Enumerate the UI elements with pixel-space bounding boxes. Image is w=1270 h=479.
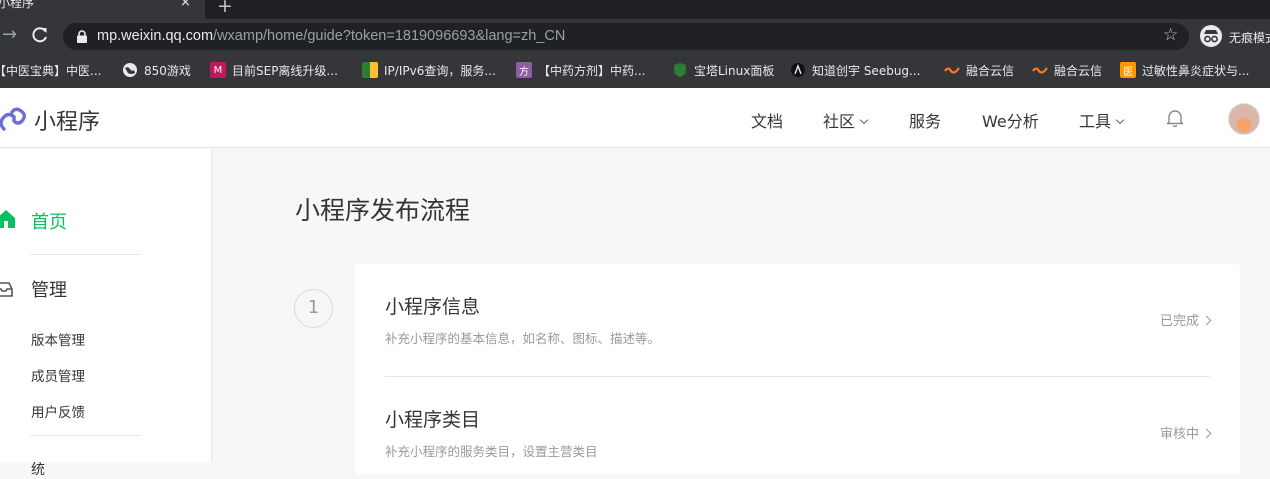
url-host: mp.weixin.qq.com — [97, 28, 214, 44]
lock-icon — [77, 30, 87, 43]
step-title: 小程序类目 — [385, 409, 481, 431]
nav-docs[interactable]: 文档 — [751, 108, 783, 132]
step-status-label: 已完成 — [1159, 314, 1199, 329]
bookmark-item[interactable]: 医 过敏性鼻炎症状与... — [1120, 61, 1249, 79]
site-icon — [362, 62, 378, 78]
bookmark-label: IP/IPv6查询，服务... — [384, 63, 496, 78]
bookmark-item[interactable]: 融合云信 — [1032, 61, 1102, 79]
step-title: 小程序信息 — [385, 296, 481, 318]
tab-close-icon[interactable]: × — [180, 0, 191, 9]
avatar[interactable] — [1228, 103, 1260, 135]
fang-icon: 方 — [516, 62, 532, 78]
reload-icon[interactable] — [31, 25, 49, 45]
main-content: 小程序发布流程 1 小程序信息 补充小程序的基本信息，如名称、图标、描述等。 已… — [213, 149, 1270, 474]
step-description: 补充小程序的基本信息，如名称、图标、描述等。 — [385, 331, 661, 346]
nav-we-analytics[interactable]: We分析 — [982, 108, 1039, 132]
chevron-down-icon — [859, 115, 869, 125]
bookmark-label: 融合云信 — [1054, 63, 1103, 78]
yi-icon: 医 — [1120, 62, 1136, 78]
inbox-icon — [0, 282, 13, 297]
bookmark-item[interactable]: 【中医宝典】中医... — [0, 61, 101, 79]
chevron-right-icon — [1201, 428, 1212, 439]
bookmark-item[interactable]: 方 【中药方剂】中药... — [516, 61, 645, 79]
logo-text[interactable]: 小程序 — [34, 104, 100, 136]
bookmark-star-icon[interactable]: ☆ — [1163, 25, 1178, 45]
publish-steps-card: 小程序信息 补充小程序的基本信息，如名称、图标、描述等。 已完成 小程序类目 补… — [355, 264, 1240, 474]
sidebar-item-home[interactable]: 首页 — [31, 208, 67, 234]
back-arrow-icon[interactable]: → — [2, 24, 17, 45]
bookmark-item[interactable]: 宝塔Linux面板 — [672, 61, 774, 79]
bookmark-item[interactable]: 知道创宇 Seebug... — [790, 61, 920, 79]
sidebar: 首页 管理 版本管理 成员管理 用户反馈 统 — [0, 149, 212, 478]
sidebar-item-version[interactable]: 版本管理 — [31, 329, 85, 349]
browser-tabstrip: 小程序 × + — [0, 0, 1270, 19]
step-status[interactable]: 已完成 — [1159, 310, 1212, 329]
bookmark-label: 宝塔Linux面板 — [694, 63, 775, 78]
site-icon: M — [210, 62, 226, 78]
shield-icon — [672, 62, 688, 78]
bookmark-item[interactable]: 850游戏 — [122, 61, 191, 79]
bookmark-label: 【中药方剂】中药... — [538, 63, 646, 78]
globe-icon — [122, 62, 138, 78]
home-icon — [0, 210, 15, 228]
bookmark-label: 过敏性鼻炎症状与... — [1142, 63, 1250, 78]
sidebar-divider — [30, 435, 141, 436]
new-tab-button[interactable]: + — [217, 0, 233, 17]
bookmark-label: 知道创宇 Seebug... — [812, 63, 921, 78]
browser-tab[interactable]: 小程序 × — [0, 0, 205, 19]
bookmark-item[interactable]: M 目前SEP离线升级... — [210, 61, 338, 79]
bookmark-label: 850游戏 — [144, 63, 191, 78]
nav-tools[interactable]: 工具 — [1079, 108, 1125, 132]
wave-icon — [944, 62, 960, 78]
address-bar[interactable]: mp.weixin.qq.com/wxamp/home/guide?token=… — [63, 23, 1189, 50]
step-divider — [385, 376, 1210, 377]
nav-service[interactable]: 服务 — [909, 108, 941, 132]
chevron-right-icon — [1201, 315, 1212, 326]
nav-community[interactable]: 社区 — [823, 108, 869, 132]
page-title: 小程序发布流程 — [295, 196, 471, 225]
url-path: /wxamp/home/guide?token=1819096693&lang=… — [213, 28, 566, 44]
wave-icon — [1032, 62, 1048, 78]
bookmark-label: 融合云信 — [966, 63, 1015, 78]
bell-icon[interactable] — [1166, 108, 1184, 128]
site-header: 小程序 文档 社区 服务 We分析 工具 — [0, 88, 1270, 148]
nav-community-label: 社区 — [823, 112, 856, 131]
bookmark-label: 【中医宝典】中医... — [0, 63, 102, 78]
step-status-label: 审核中 — [1159, 427, 1199, 442]
step-number-badge: 1 — [294, 289, 333, 328]
bug-icon — [790, 62, 806, 78]
chevron-down-icon — [1115, 115, 1125, 125]
url-text[interactable]: mp.weixin.qq.com/wxamp/home/guide?token=… — [97, 28, 565, 44]
bookmarks-bar: 【中医宝典】中医... 850游戏 M 目前SEP离线升级... IP/IPv6… — [0, 53, 1270, 88]
step-status[interactable]: 审核中 — [1159, 423, 1212, 442]
incognito-icon[interactable] — [1199, 25, 1223, 47]
nav-tools-label: 工具 — [1079, 112, 1112, 131]
bookmark-item[interactable]: 融合云信 — [944, 61, 1014, 79]
bookmark-item[interactable]: IP/IPv6查询，服务... — [362, 61, 496, 79]
incognito-label: 无痕模式 — [1229, 31, 1270, 45]
step-description: 补充小程序的服务类目，设置主营类目 — [385, 444, 598, 459]
sidebar-divider — [30, 254, 141, 255]
bookmark-label: 目前SEP离线升级... — [232, 63, 338, 78]
tab-title: 小程序 — [0, 0, 35, 10]
sidebar-item-members[interactable]: 成员管理 — [31, 365, 85, 385]
sidebar-item-feedback[interactable]: 用户反馈 — [31, 401, 85, 421]
sidebar-item-stats[interactable]: 统 — [31, 459, 45, 479]
browser-toolbar: → mp.weixin.qq.com/wxamp/home/guide?toke… — [0, 19, 1270, 53]
miniprogram-logo-icon[interactable] — [0, 103, 28, 133]
sidebar-item-manage[interactable]: 管理 — [31, 276, 67, 302]
